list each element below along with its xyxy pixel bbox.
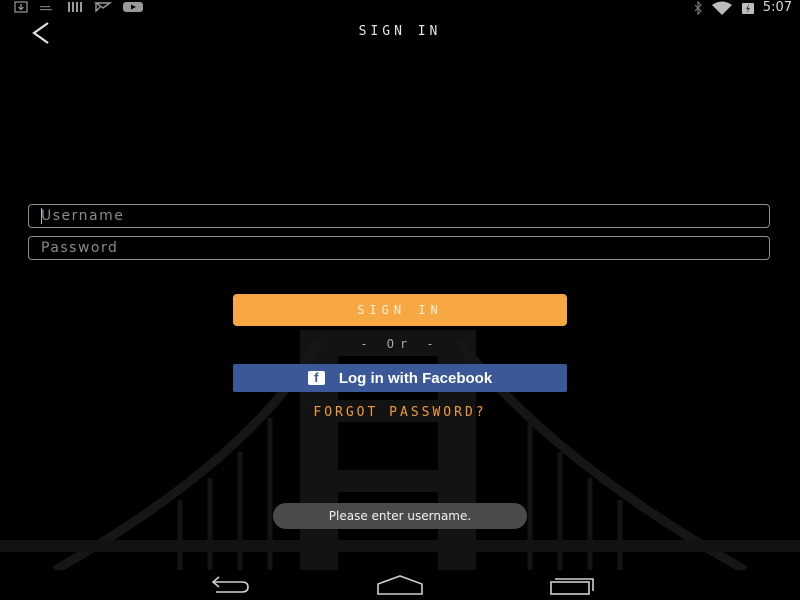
back-nav-icon[interactable]: [204, 574, 252, 596]
facebook-login-label: Log in with Facebook: [338, 369, 493, 387]
password-input[interactable]: [28, 236, 770, 260]
username-input[interactable]: [28, 204, 770, 228]
status-time: 5:07: [762, 0, 792, 15]
home-nav-icon[interactable]: [376, 574, 424, 596]
signal-bars-icon: [40, 6, 52, 11]
facebook-login-button[interactable]: f Log in with Facebook: [233, 364, 567, 392]
sign-in-button[interactable]: Sign In: [233, 294, 567, 326]
mail-icon: [94, 2, 112, 13]
wifi-icon: [711, 1, 732, 15]
sign-in-label: Sign In: [357, 303, 443, 317]
download-icon: [14, 1, 28, 13]
toast-message: Please enter username.: [273, 503, 527, 529]
facebook-icon: f: [307, 371, 325, 385]
barcode-icon: [68, 2, 82, 12]
notification-icons: [14, 1, 144, 13]
battery-charging-icon: [741, 3, 754, 14]
youtube-icon: [123, 2, 143, 12]
system-icons: 5:07: [693, 0, 792, 16]
or-divider: - Or -: [360, 337, 440, 351]
bluetooth-icon: [694, 1, 702, 15]
forgot-password-link[interactable]: FORGOT PASSWORD?: [0, 405, 800, 420]
text-cursor: [41, 208, 42, 224]
status-bar: 5:07: [0, 0, 800, 16]
recents-nav-icon[interactable]: [548, 574, 596, 596]
page-title: Sign In: [358, 24, 442, 39]
navigation-bar: [0, 570, 800, 600]
